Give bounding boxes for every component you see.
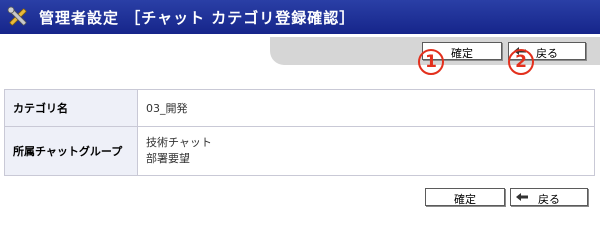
page-title: 管理者設定 ［チャット カテゴリ登録確認］ bbox=[39, 9, 356, 27]
table-row: カテゴリ名 03_開発 bbox=[4, 89, 595, 127]
chat-group-values: 技術チャット 部署要望 bbox=[137, 126, 595, 176]
step-badge-2: 2 bbox=[508, 49, 534, 75]
category-name-label: カテゴリ名 bbox=[4, 89, 138, 127]
step-badge-1: 1 bbox=[418, 49, 444, 75]
back-button-bottom[interactable]: 戻る bbox=[510, 188, 588, 206]
confirm-button-bottom[interactable]: 確定 bbox=[425, 188, 505, 206]
chat-group-item: 部署要望 bbox=[146, 152, 190, 165]
category-name-value: 03_開発 bbox=[137, 89, 595, 127]
chat-group-label: 所属チャットグループ bbox=[4, 126, 138, 176]
details-table: カテゴリ名 03_開発 所属チャットグループ 技術チャット 部署要望 bbox=[4, 89, 595, 176]
table-row: 所属チャットグループ 技術チャット 部署要望 bbox=[4, 126, 595, 176]
chat-group-item: 技術チャット bbox=[146, 136, 212, 149]
tools-icon bbox=[7, 6, 27, 26]
title-bar: 管理者設定 ［チャット カテゴリ登録確認］ bbox=[0, 0, 600, 34]
